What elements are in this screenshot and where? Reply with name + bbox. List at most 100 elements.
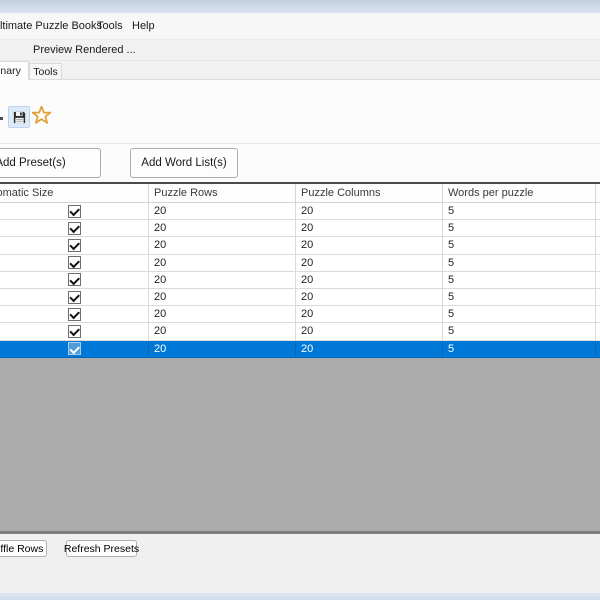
table-body: 20 20 5 20 20 5 20 20 5 20 20 5 bbox=[0, 203, 600, 358]
menu-item-tools[interactable]: Tools bbox=[97, 13, 123, 39]
cell-words-per-puzzle[interactable]: 5 bbox=[443, 220, 596, 236]
cell-spacer bbox=[596, 237, 600, 253]
table-row[interactable]: 20 20 5 bbox=[0, 306, 600, 323]
automatic-size-checkbox[interactable] bbox=[68, 205, 81, 218]
grid-empty-area bbox=[0, 358, 600, 534]
cell-spacer bbox=[596, 323, 600, 339]
cell-words-per-puzzle[interactable]: 5 bbox=[443, 341, 596, 357]
cell-spacer bbox=[596, 255, 600, 271]
cell-puzzle-columns[interactable]: 20 bbox=[296, 289, 443, 305]
cell-automatic-size bbox=[0, 323, 149, 339]
automatic-size-checkbox[interactable] bbox=[68, 325, 81, 338]
cell-puzzle-columns[interactable]: 20 bbox=[296, 323, 443, 339]
automatic-size-checkbox[interactable] bbox=[68, 342, 81, 355]
toolbar-divider bbox=[0, 143, 600, 144]
cell-puzzle-rows[interactable]: 20 bbox=[149, 203, 296, 219]
cell-puzzle-rows[interactable]: 20 bbox=[149, 255, 296, 271]
save-button[interactable] bbox=[8, 106, 30, 128]
cell-words-per-puzzle[interactable]: 5 bbox=[443, 289, 596, 305]
cell-automatic-size bbox=[0, 272, 149, 288]
cell-words-per-puzzle[interactable]: 5 bbox=[443, 306, 596, 322]
cell-spacer bbox=[596, 306, 600, 322]
cell-spacer bbox=[596, 220, 600, 236]
add-word-lists-button[interactable]: Add Word List(s) bbox=[130, 148, 238, 178]
cell-puzzle-columns[interactable]: 20 bbox=[296, 255, 443, 271]
cell-puzzle-rows[interactable]: 20 bbox=[149, 289, 296, 305]
cell-spacer bbox=[596, 203, 600, 219]
table-row[interactable]: 20 20 5 bbox=[0, 341, 600, 358]
table-row[interactable]: 20 20 5 bbox=[0, 323, 600, 340]
app-window: Ultimate Puzzle Books Tools Help Preview… bbox=[0, 0, 600, 600]
table-row[interactable]: 20 20 5 bbox=[0, 237, 600, 254]
checkmark-icon bbox=[69, 292, 79, 302]
table-row[interactable]: 20 20 5 bbox=[0, 255, 600, 272]
checkmark-icon bbox=[69, 257, 79, 267]
cell-puzzle-rows[interactable]: 20 bbox=[149, 306, 296, 322]
presets-table: Automatic Size Puzzle Rows Puzzle Column… bbox=[0, 182, 600, 358]
clipped-toolbar-icon[interactable] bbox=[0, 117, 3, 120]
column-header-puzzle-columns[interactable]: Puzzle Columns bbox=[296, 184, 443, 202]
cell-puzzle-columns[interactable]: 20 bbox=[296, 306, 443, 322]
star-icon bbox=[31, 105, 52, 126]
cell-puzzle-rows[interactable]: 20 bbox=[149, 323, 296, 339]
checkmark-icon bbox=[69, 326, 79, 336]
menu-bar: Ultimate Puzzle Books Tools Help bbox=[0, 13, 600, 40]
automatic-size-checkbox[interactable] bbox=[68, 308, 81, 321]
cell-puzzle-columns[interactable]: 20 bbox=[296, 237, 443, 253]
table-row[interactable]: 20 20 5 bbox=[0, 272, 600, 289]
checkmark-icon bbox=[69, 274, 79, 284]
tab-strip bbox=[0, 61, 600, 80]
table-row[interactable]: 20 20 5 bbox=[0, 203, 600, 220]
cell-puzzle-rows[interactable]: 20 bbox=[149, 341, 296, 357]
cell-automatic-size bbox=[0, 255, 149, 271]
table-row[interactable]: 20 20 5 bbox=[0, 220, 600, 237]
cell-puzzle-rows[interactable]: 20 bbox=[149, 237, 296, 253]
column-header-automatic-size[interactable]: Automatic Size bbox=[0, 184, 149, 202]
cell-puzzle-columns[interactable]: 20 bbox=[296, 220, 443, 236]
table-row[interactable]: 20 20 5 bbox=[0, 289, 600, 306]
checkmark-icon bbox=[69, 343, 79, 353]
cell-words-per-puzzle[interactable]: 5 bbox=[443, 237, 596, 253]
titlebar-band bbox=[0, 0, 600, 13]
tab-dictionary[interactable]: Dictionary bbox=[0, 61, 29, 80]
bottom-strip bbox=[0, 593, 600, 600]
cell-automatic-size bbox=[0, 306, 149, 322]
cell-puzzle-rows[interactable]: 20 bbox=[149, 272, 296, 288]
cell-words-per-puzzle[interactable]: 5 bbox=[443, 203, 596, 219]
save-icon bbox=[12, 110, 27, 125]
cell-automatic-size bbox=[0, 220, 149, 236]
menu-item-ultimate-puzzle-books[interactable]: Ultimate Puzzle Books bbox=[0, 13, 102, 39]
cell-puzzle-columns[interactable]: 20 bbox=[296, 341, 443, 357]
table-header: Automatic Size Puzzle Rows Puzzle Column… bbox=[0, 184, 600, 203]
cell-puzzle-rows[interactable]: 20 bbox=[149, 220, 296, 236]
cell-spacer bbox=[596, 341, 600, 357]
checkmark-icon bbox=[69, 223, 79, 233]
tab-tools[interactable]: Tools bbox=[29, 63, 62, 79]
menu-item-help[interactable]: Help bbox=[132, 13, 155, 39]
cell-words-per-puzzle[interactable]: 5 bbox=[443, 323, 596, 339]
automatic-size-checkbox[interactable] bbox=[68, 256, 81, 269]
automatic-size-checkbox[interactable] bbox=[68, 291, 81, 304]
column-header-spacer bbox=[596, 184, 600, 202]
cell-automatic-size bbox=[0, 237, 149, 253]
automatic-size-checkbox[interactable] bbox=[68, 273, 81, 286]
cell-automatic-size bbox=[0, 289, 149, 305]
add-presets-button[interactable]: Add Preset(s) bbox=[0, 148, 101, 178]
automatic-size-checkbox[interactable] bbox=[68, 239, 81, 252]
preview-rendered-button[interactable]: Preview Rendered ... bbox=[33, 40, 136, 60]
favorite-button[interactable] bbox=[30, 103, 53, 128]
automatic-size-checkbox[interactable] bbox=[68, 222, 81, 235]
cell-spacer bbox=[596, 289, 600, 305]
checkmark-icon bbox=[69, 206, 79, 216]
column-header-words-per-puzzle[interactable]: Words per puzzle bbox=[443, 184, 596, 202]
cell-puzzle-columns[interactable]: 20 bbox=[296, 272, 443, 288]
cell-automatic-size bbox=[0, 203, 149, 219]
refresh-presets-button[interactable]: Refresh Presets bbox=[66, 540, 137, 557]
checkmark-icon bbox=[69, 309, 79, 319]
cell-words-per-puzzle[interactable]: 5 bbox=[443, 255, 596, 271]
cell-words-per-puzzle[interactable]: 5 bbox=[443, 272, 596, 288]
cell-automatic-size bbox=[0, 341, 149, 357]
cell-puzzle-columns[interactable]: 20 bbox=[296, 203, 443, 219]
column-header-puzzle-rows[interactable]: Puzzle Rows bbox=[149, 184, 296, 202]
shuffle-rows-button[interactable]: Shuffle Rows bbox=[0, 540, 47, 557]
